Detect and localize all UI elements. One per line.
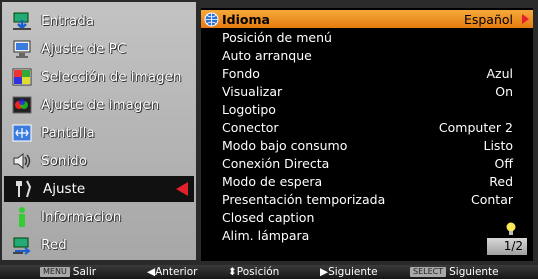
menu-item-ajuste-de-pc[interactable]: Ajuste de PC — [2, 36, 196, 62]
setting-name: Auto arranque — [222, 47, 312, 63]
setting-row-alim-lampara[interactable]: Alim. lámpara — [201, 226, 533, 244]
setting-name: Idioma — [222, 11, 270, 27]
setting-value: Listo — [483, 137, 514, 153]
menu-item-label: Informacion — [41, 209, 122, 225]
setting-name: Conector — [222, 119, 279, 135]
setting-row-conector[interactable]: Conector Computer 2 — [201, 118, 533, 136]
setting-row-auto-arranque[interactable]: Auto arranque — [201, 46, 533, 64]
setting-row-modo-bajo-consumo[interactable]: Modo bajo consumo Listo — [201, 136, 533, 154]
sound-icon — [10, 150, 34, 172]
setting-name: Alim. lámpara — [222, 227, 310, 243]
setting-name: Closed caption — [222, 209, 315, 225]
setting-value: Computer 2 — [438, 119, 513, 135]
hint-position: ⬍Posición — [228, 266, 279, 278]
hint-previous: ◀Anterior — [147, 266, 197, 278]
hint-position-label: ⬍Posición — [228, 266, 280, 278]
setting-row-logotipo[interactable]: Logotipo — [201, 100, 533, 118]
hint-next-label: ▶Siguiente — [320, 266, 378, 278]
menu-item-label: Ajuste — [43, 181, 86, 197]
menu-item-label: Red — [41, 237, 67, 253]
menu-item-label: Ajuste de imagen — [41, 97, 160, 113]
menu-item-seleccion-de-imagen[interactable]: Selección de imagen — [2, 64, 196, 90]
setting-value: Azul — [486, 65, 513, 81]
pc-adjust-icon — [10, 38, 34, 60]
page-indicator: 1/2 — [487, 238, 527, 255]
setting-name: Posición de menú — [222, 29, 332, 45]
menu-item-entrada[interactable]: Entrada — [2, 8, 196, 34]
network-icon — [10, 234, 34, 256]
right-arrow-icon — [522, 14, 529, 24]
menu-item-informacion[interactable]: Informacion — [2, 204, 196, 230]
setting-name: Fondo — [222, 65, 260, 81]
main-menu: Entrada Ajuste de PC Selección de imagen… — [2, 2, 196, 260]
image-adjust-icon — [10, 94, 34, 116]
setting-value: Contar — [471, 191, 513, 207]
hint-exit-label: Salir — [72, 266, 97, 278]
select-key-badge: SELECT — [410, 267, 447, 277]
setting-name: Modo de espera — [222, 173, 323, 189]
menu-item-label: Pantalla — [41, 125, 95, 141]
hint-previous-label: ◀Anterior — [147, 266, 198, 278]
menu-item-label: Entrada — [41, 13, 95, 29]
hint-select-label: Siguiente — [449, 266, 499, 278]
hint-bar: MENU Salir ◀Anterior ⬍Posición ▶Siguient… — [0, 265, 538, 279]
setting-icon — [12, 178, 36, 200]
active-arrow-icon — [176, 182, 188, 196]
menu-item-label: Ajuste de PC — [41, 41, 127, 57]
setting-row-idioma[interactable]: Idioma Español — [201, 10, 533, 28]
hint-next: ▶Siguiente — [320, 266, 378, 278]
setting-row-fondo[interactable]: Fondo Azul — [201, 64, 533, 82]
menu-item-pantalla[interactable]: Pantalla — [2, 120, 196, 146]
setting-name: Modo bajo consumo — [222, 137, 348, 153]
screen-icon — [10, 122, 34, 144]
setting-value: Español — [463, 11, 513, 27]
menu-key-badge: MENU — [40, 267, 70, 277]
setting-row-visualizar[interactable]: Visualizar On — [201, 82, 533, 100]
setting-name: Logotipo — [222, 101, 276, 117]
menu-item-ajuste-de-imagen[interactable]: Ajuste de imagen — [2, 92, 196, 118]
menu-item-sonido[interactable]: Sonido — [2, 148, 196, 174]
setting-row-conexion-directa[interactable]: Conexión Directa Off — [201, 154, 533, 172]
menu-item-label: Selección de imagen — [41, 69, 182, 85]
setting-row-closed-caption[interactable]: Closed caption — [201, 208, 533, 226]
information-icon — [10, 206, 34, 228]
setting-name: Conexión Directa — [222, 155, 330, 171]
setting-value: On — [495, 83, 513, 99]
setting-row-modo-de-espera[interactable]: Modo de espera Red — [201, 172, 533, 190]
settings-panel: Idioma Español Posición de menú Auto arr… — [201, 8, 533, 261]
image-select-icon — [10, 66, 34, 88]
projector-osd: Entrada Ajuste de PC Selección de imagen… — [0, 0, 538, 279]
setting-row-presentacion-temporizada[interactable]: Presentación temporizada Contar — [201, 190, 533, 208]
menu-item-label: Sonido — [41, 153, 87, 169]
setting-name: Presentación temporizada — [222, 191, 386, 207]
hint-exit: MENU Salir — [40, 266, 96, 278]
menu-item-red[interactable]: Red — [2, 232, 196, 258]
setting-row-posicion-de-menu[interactable]: Posición de menú — [201, 28, 533, 46]
setting-name: Visualizar — [222, 83, 283, 99]
setting-value: Off — [494, 155, 513, 171]
hint-select: SELECT Siguiente — [410, 266, 499, 278]
menu-item-ajuste[interactable]: Ajuste — [4, 176, 194, 202]
input-icon — [10, 10, 34, 32]
setting-value: Red — [489, 173, 513, 189]
